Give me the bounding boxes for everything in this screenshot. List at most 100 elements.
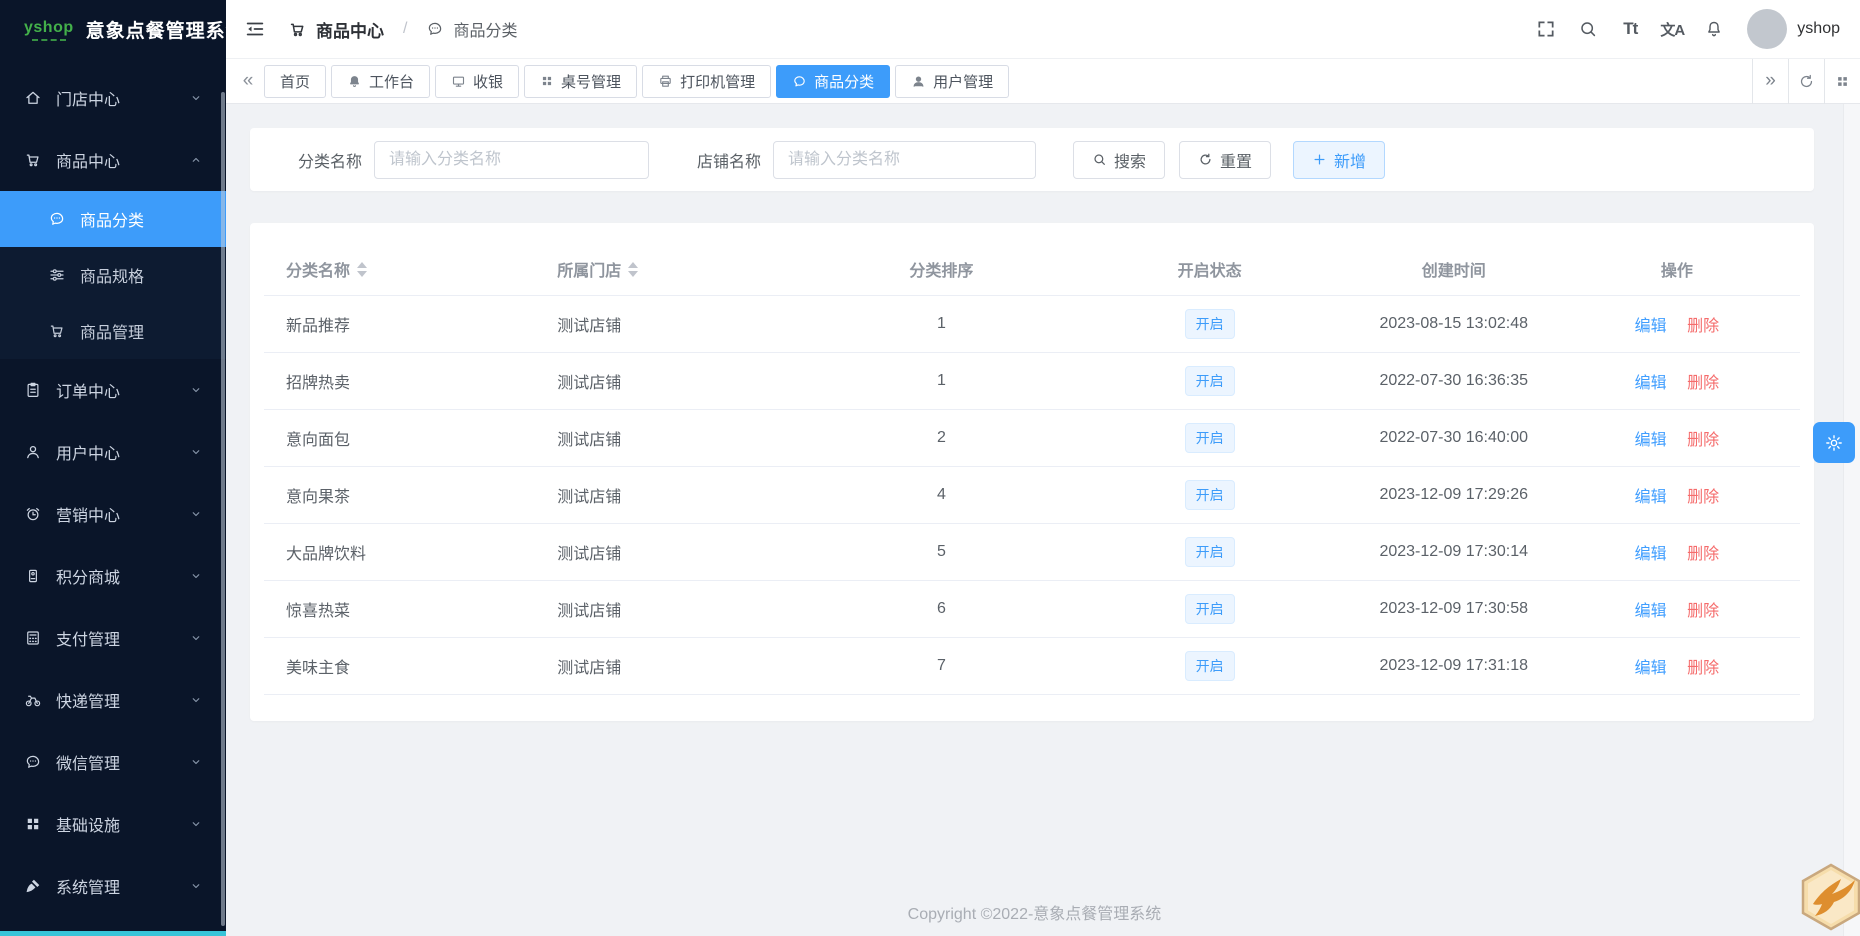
refresh-icon[interactable] <box>1788 58 1824 104</box>
sidebar-item-infrastructure[interactable]: 基础设施 <box>0 793 226 855</box>
sidebar-item-product-manage[interactable]: 商品管理 <box>0 303 226 359</box>
sort-carets-icon[interactable] <box>357 261 368 277</box>
calculator-icon <box>24 629 42 647</box>
breadcrumb-page[interactable]: 商品分类 <box>453 17 517 41</box>
tabs-scroll-left-icon[interactable]: « <box>232 59 264 104</box>
sidebar-item-order-center[interactable]: 订单中心 <box>0 359 226 421</box>
cell-category-name: 美味主食 <box>264 637 558 695</box>
sidebar-horizontal-scrollbar[interactable] <box>0 931 226 936</box>
sidebar-item-express-manage[interactable]: 快递管理 <box>0 669 226 731</box>
cell-category-name: 新品推荐 <box>264 295 558 353</box>
reset-button[interactable]: 重置 <box>1179 140 1272 179</box>
tab-user-manage[interactable]: 用户管理 <box>895 64 1010 98</box>
edit-link[interactable]: 编辑 <box>1635 660 1667 677</box>
home-icon <box>24 89 42 107</box>
tab-cashier[interactable]: 收银 <box>435 64 520 98</box>
cell-created: 2023-12-09 17:30:14 <box>1353 523 1554 581</box>
avatar[interactable] <box>1747 9 1788 49</box>
delete-link[interactable]: 删除 <box>1687 660 1719 677</box>
delete-link[interactable]: 删除 <box>1687 375 1719 392</box>
delete-link[interactable]: 删除 <box>1687 318 1719 335</box>
tab-bar: « 首页 工作台 收银 桌号管理 打印机管理 商品分类 用户管理 » <box>226 58 1860 104</box>
col-actions: 操作 <box>1553 243 1800 296</box>
col-category-name[interactable]: 分类名称 <box>264 243 558 296</box>
breadcrumb-section[interactable]: 商品中心 <box>316 17 384 42</box>
chevron-down-icon <box>190 92 202 104</box>
settings-panel-button[interactable] <box>1813 422 1855 463</box>
grid-icon <box>540 74 554 88</box>
add-button[interactable]: 新增 <box>1293 140 1386 179</box>
tab-home[interactable]: 首页 <box>264 64 327 98</box>
sidebar-item-product-category[interactable]: 商品分类 <box>0 191 226 247</box>
cart-icon <box>288 20 307 39</box>
tab-controls: » <box>1752 58 1860 104</box>
cell-sort: 4 <box>817 466 1066 524</box>
tab-table-manage[interactable]: 桌号管理 <box>524 64 638 98</box>
sidebar-item-product-center[interactable]: 商品中心 <box>0 129 226 191</box>
sidebar-item-product-spec[interactable]: 商品规格 <box>0 247 226 303</box>
comment-icon <box>48 210 66 228</box>
sidebar-submenu-product: 商品分类 商品规格 商品管理 <box>0 191 226 359</box>
sidebar-item-store-center[interactable]: 门店中心 <box>0 67 226 129</box>
edit-link[interactable]: 编辑 <box>1635 603 1667 620</box>
tab-product-category[interactable]: 商品分类 <box>776 64 891 98</box>
sidebar-item-system-manage[interactable]: 系统管理 <box>0 855 226 917</box>
tab-printer-manage[interactable]: 打印机管理 <box>642 64 772 98</box>
filter-panel: 分类名称 店铺名称 搜索 重置 新增 <box>250 128 1814 191</box>
status-badge: 开启 <box>1184 480 1235 510</box>
sidebar-item-wechat-manage[interactable]: 微信管理 <box>0 731 226 793</box>
table-row: 美味主食 测试店铺 7 开启 2023-12-09 17:31:18 编辑 删除 <box>264 637 1800 695</box>
search-icon <box>1092 152 1107 167</box>
sidebar-item-points-mall[interactable]: 积分商城 <box>0 545 226 607</box>
tab-workbench[interactable]: 工作台 <box>331 64 431 98</box>
cell-sort: 1 <box>817 352 1066 410</box>
translate-icon[interactable]: 文A <box>1651 0 1693 59</box>
cell-created: 2023-12-09 17:29:26 <box>1353 466 1554 524</box>
status-badge: 开启 <box>1184 366 1235 396</box>
cart-icon <box>24 151 42 169</box>
cell-actions: 编辑 删除 <box>1553 295 1800 353</box>
col-store[interactable]: 所属门店 <box>557 243 818 296</box>
col-sort: 分类排序 <box>817 243 1066 296</box>
delete-link[interactable]: 删除 <box>1687 546 1719 563</box>
search-icon[interactable] <box>1567 0 1609 59</box>
edit-link[interactable]: 编辑 <box>1635 318 1667 335</box>
delete-link[interactable]: 删除 <box>1687 489 1719 506</box>
cell-status: 开启 <box>1065 295 1354 353</box>
breadcrumb: 商品中心 / 商品分类 <box>288 17 517 42</box>
cell-store: 测试店铺 <box>557 295 818 353</box>
sidebar-item-user-center[interactable]: 用户中心 <box>0 421 226 483</box>
shop-name-input[interactable] <box>773 140 1036 179</box>
delete-link[interactable]: 删除 <box>1687 603 1719 620</box>
bell-icon <box>347 74 362 89</box>
sidebar-scrollbar[interactable] <box>221 92 225 926</box>
edit-link[interactable]: 编辑 <box>1635 432 1667 449</box>
delete-link[interactable]: 删除 <box>1687 432 1719 449</box>
bell-icon[interactable] <box>1693 0 1735 59</box>
header-actions: Tt 文A yshop <box>1525 0 1840 59</box>
fullscreen-icon[interactable] <box>1525 0 1567 59</box>
refresh-icon <box>1198 152 1213 167</box>
chevron-down-icon <box>190 570 202 582</box>
category-table: 分类名称 所属门店 分类排序 开启状态 创建时间 操作 新品推荐 测试店铺 1 … <box>264 243 1800 695</box>
edit-link[interactable]: 编辑 <box>1635 489 1667 506</box>
font-size-icon[interactable]: Tt <box>1609 0 1651 59</box>
edit-link[interactable]: 编辑 <box>1635 375 1667 392</box>
sidebar-item-payment-manage[interactable]: 支付管理 <box>0 607 226 669</box>
search-button[interactable]: 搜索 <box>1073 140 1166 179</box>
cell-status: 开启 <box>1065 523 1354 581</box>
category-name-input[interactable] <box>374 140 649 179</box>
content-scrollbar[interactable] <box>1843 104 1860 936</box>
sidebar-item-marketing-center[interactable]: 营销中心 <box>0 483 226 545</box>
hamburger-icon[interactable] <box>244 18 266 40</box>
cart-icon <box>48 322 66 340</box>
layout-grid-icon[interactable] <box>1824 58 1860 104</box>
cell-actions: 编辑 删除 <box>1553 352 1800 410</box>
user-icon <box>24 443 42 461</box>
tabs-scroll-right-icon[interactable]: » <box>1752 58 1788 104</box>
sort-carets-icon[interactable] <box>628 261 639 277</box>
bird-badge-icon[interactable] <box>1799 863 1860 931</box>
cell-store: 测试店铺 <box>557 523 818 581</box>
edit-link[interactable]: 编辑 <box>1635 546 1667 563</box>
chevron-down-icon <box>190 694 202 706</box>
